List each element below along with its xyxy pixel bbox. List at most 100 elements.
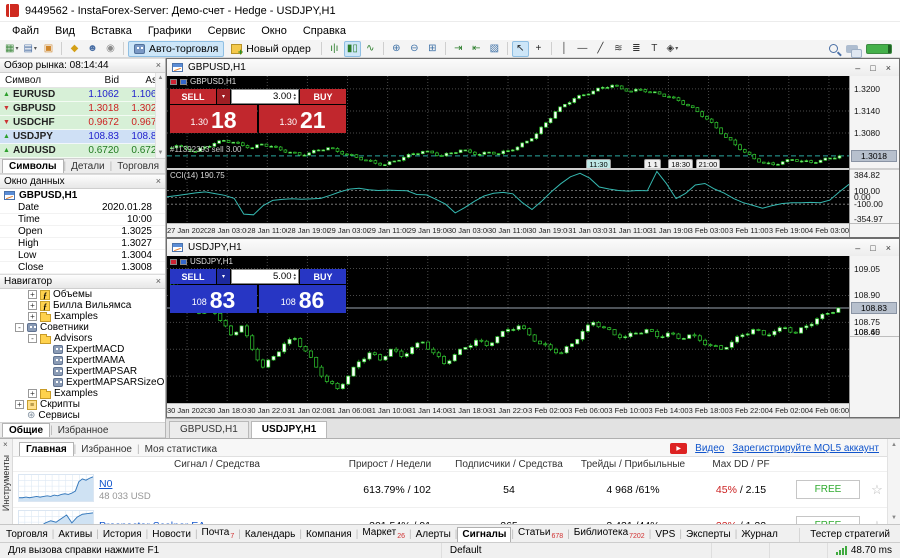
close-icon[interactable]: × — [156, 177, 161, 186]
menu-item-Справка[interactable]: Справка — [295, 24, 354, 38]
broadcast-icon[interactable]: ◉ — [102, 41, 119, 57]
close-icon[interactable]: × — [886, 243, 891, 253]
expand-icon[interactable]: + — [28, 301, 37, 310]
usdjpy-price-plot[interactable]: USDJPY,H1 SELL ▾ 5.00 ▴▾ — [167, 256, 849, 403]
column-header[interactable]: Трейды / Прибыльные — [573, 459, 693, 470]
autotrade-button[interactable]: Авто-торговля — [128, 41, 224, 57]
toolbox-tab-Моя статистика[interactable]: Моя статистика — [140, 443, 223, 456]
tree-item-ExpertMAPSAR[interactable]: ExpertMAPSAR — [0, 366, 165, 377]
tile-windows-icon[interactable]: ⊞ — [424, 41, 441, 57]
trend-line-icon[interactable]: ╱ — [592, 41, 609, 57]
youtube-icon[interactable]: ▶ — [670, 443, 687, 454]
bottom-tab-Эксперты[interactable]: Эксперты — [682, 528, 735, 542]
menu-item-Вид[interactable]: Вид — [47, 24, 83, 38]
video-link[interactable]: Видео — [695, 443, 724, 454]
usdjpy-time-axis[interactable]: 30 Jan 202030 Jan 18:0030 Jan 22:0031 Ja… — [167, 403, 849, 417]
column-header[interactable]: Прирост / Недели — [335, 459, 445, 470]
sell-dropdown-icon[interactable]: ▾ — [217, 89, 230, 104]
column-header[interactable]: Max DD / PF — [693, 459, 789, 470]
volume-input[interactable]: 3.00 ▴▾ — [231, 89, 299, 104]
column-symbol[interactable]: Символ — [0, 75, 75, 86]
auto-scroll-icon[interactable]: ⇤ — [468, 41, 485, 57]
market-watch-scrollbar[interactable]: ▲ ▼ — [155, 73, 165, 158]
gbpusd-price-scale[interactable]: 1.32001.31401.30801.3018 384.82100.000.0… — [849, 76, 899, 237]
search-icon[interactable] — [829, 44, 838, 53]
bottom-tab-Журнал[interactable]: Журнал — [737, 528, 782, 542]
maximize-icon[interactable]: □ — [870, 243, 875, 253]
toolbox-tab-Главная[interactable]: Главная — [19, 442, 74, 456]
tree-item-Examples[interactable]: +Examples — [0, 311, 165, 322]
tree-item-ExpertMACD[interactable]: ExpertMACD — [0, 344, 165, 355]
menu-item-Графики[interactable]: Графики — [140, 24, 200, 38]
tree-item-Скрипты[interactable]: +≡Скрипты — [0, 399, 165, 410]
bottom-tab-Статьи[interactable]: Статьи678 — [514, 526, 567, 542]
menu-item-Вставка[interactable]: Вставка — [83, 24, 140, 38]
tree-item-Объемы[interactable]: +ƒОбъемы — [0, 289, 165, 300]
buy-button[interactable]: BUY — [300, 269, 346, 284]
history-center-icon[interactable]: ▣ — [40, 41, 57, 57]
expand-icon[interactable]: + — [28, 312, 37, 321]
text-tool-icon[interactable]: T — [646, 41, 663, 57]
bottom-tab-Библиотека[interactable]: Библиотека7202 — [570, 526, 649, 542]
market-watch-row-USDJPY[interactable]: ▲USDJPY108.83108.86 — [0, 130, 165, 144]
community-icon[interactable]: ☻ — [84, 41, 101, 57]
crosshair-icon[interactable]: + — [530, 41, 547, 57]
bottom-tab-Календарь[interactable]: Календарь — [241, 528, 299, 542]
menu-item-Окно[interactable]: Окно — [253, 24, 295, 38]
close-icon[interactable]: × — [156, 277, 161, 286]
volume-spinner[interactable]: ▴▾ — [293, 93, 296, 101]
tree-item-Билла Вильямса[interactable]: +ƒБилла Вильямса — [0, 300, 165, 311]
channel-icon[interactable]: ≣ — [628, 41, 645, 57]
chart-tab-USDJPY,H1[interactable]: USDJPY,H1 — [251, 421, 327, 438]
horizontal-line-icon[interactable]: — — [574, 41, 591, 57]
toolbox-scrollbar[interactable]: ▲ ▼ — [887, 439, 900, 524]
expand-icon[interactable]: + — [28, 290, 37, 299]
payments-icon[interactable]: ◆ — [66, 41, 83, 57]
toolbox-strip-label[interactable]: Инструменты — [1, 455, 11, 511]
vertical-line-icon[interactable]: │ — [556, 41, 573, 57]
shapes-icon[interactable]: ◈▾ — [664, 41, 681, 57]
bottom-tab-Почта[interactable]: Почта7 — [198, 526, 239, 542]
scroll-up-icon[interactable]: ▲ — [158, 75, 164, 81]
shift-end-icon[interactable]: ⇥ — [450, 41, 467, 57]
candles-chart-icon[interactable]: ▮▯ — [344, 41, 361, 57]
tab-Общие[interactable]: Общие — [2, 423, 50, 437]
zoom-in-icon[interactable]: ⊕ — [388, 41, 405, 57]
collapse-icon[interactable]: - — [15, 323, 24, 332]
line-chart-icon[interactable]: ∿ — [362, 41, 379, 57]
market-watch-row-AUDUSD[interactable]: ▲AUDUSD0.67200.6723 — [0, 144, 165, 158]
bottom-tab-История[interactable]: История — [99, 528, 146, 542]
depth-icon[interactable] — [180, 259, 187, 265]
minimize-icon[interactable]: – — [855, 243, 860, 253]
chart-window-titlebar[interactable]: GBPUSD,H1 – □ × — [167, 59, 899, 76]
usdjpy-price-scale[interactable]: 109.05108.90108.75108.60108.45108.83 — [849, 256, 899, 417]
tree-item-Examples[interactable]: +Examples — [0, 388, 165, 399]
bottom-tab-Сигналы[interactable]: Сигналы — [457, 527, 511, 542]
toolbox-tab-Избранное[interactable]: Избранное — [76, 443, 137, 456]
tab-Избранное[interactable]: Избранное — [53, 424, 114, 437]
tree-item-Advisors[interactable]: -Advisors — [0, 333, 165, 344]
close-icon[interactable]: × — [3, 440, 8, 449]
market-watch-row-EURUSD[interactable]: ▲EURUSD1.10621.1065 — [0, 88, 165, 102]
status-connection[interactable]: 48.70 ms — [828, 543, 900, 558]
bottom-tab-Новости[interactable]: Новости — [148, 528, 195, 542]
cursor-icon[interactable]: ↖ — [512, 41, 529, 57]
gbpusd-price-plot[interactable]: GBPUSD,H1 SELL ▾ 3.00 ▴▾ — [167, 76, 849, 168]
gbpusd-cci-plot[interactable]: CCI(14) 190.75 — [167, 170, 849, 223]
zoom-out-icon[interactable]: ⊖ — [406, 41, 423, 57]
close-icon[interactable]: × — [886, 63, 891, 73]
column-header[interactable]: Сигнал / Средства — [99, 459, 335, 470]
bottom-tab-Активы[interactable]: Активы — [54, 528, 96, 542]
column-header[interactable]: Подписчики / Средства — [445, 459, 573, 470]
tree-item-ExpertMAMA[interactable]: ExpertMAMA — [0, 355, 165, 366]
chart-window-titlebar[interactable]: USDJPY,H1 – □ × — [167, 239, 899, 256]
collapse-icon[interactable]: - — [28, 334, 37, 343]
chart-tab-GBPUSD,H1[interactable]: GBPUSD,H1 — [169, 421, 249, 438]
strategy-tester-tab[interactable]: Тестер стратегий — [799, 528, 900, 542]
one-click-icon[interactable] — [170, 79, 177, 85]
gbpusd-time-axis[interactable]: 27 Jan 202028 Jan 03:0028 Jan 11:0028 Ja… — [167, 223, 849, 237]
templates-icon[interactable]: ▧ — [486, 41, 503, 57]
volume-input[interactable]: 5.00 ▴▾ — [231, 269, 299, 284]
bottom-tab-Маркет[interactable]: Маркет26 — [358, 526, 409, 542]
scroll-down-icon[interactable]: ▼ — [158, 150, 164, 156]
